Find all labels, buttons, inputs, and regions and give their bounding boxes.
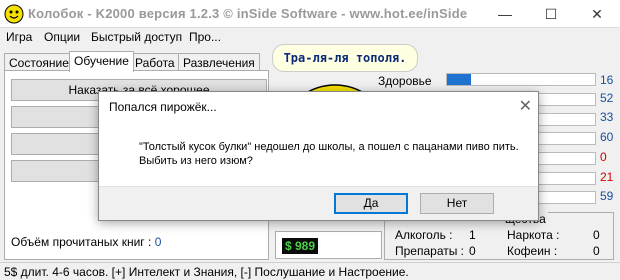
menu-game[interactable]: Игра bbox=[6, 30, 32, 44]
window-title: Колобок - K2000 версия 1.2.3 © inSide So… bbox=[28, 6, 468, 21]
stat-value: 33 bbox=[600, 110, 614, 124]
drugs-label: Наркота : bbox=[507, 228, 560, 242]
stat-bar bbox=[446, 73, 596, 86]
drugs-value: 0 bbox=[593, 228, 600, 242]
caffeine-label: Кофеин : bbox=[507, 244, 558, 258]
minimize-button[interactable]: — bbox=[482, 0, 528, 28]
stat-value: 59 bbox=[600, 189, 614, 203]
alcohol-value: 1 bbox=[469, 228, 476, 242]
maximize-button[interactable]: ☐ bbox=[528, 0, 574, 28]
menu-about[interactable]: Про... bbox=[189, 30, 221, 44]
alcohol-label: Алкоголь : bbox=[395, 228, 453, 242]
tab-education[interactable]: Обучение bbox=[69, 51, 134, 72]
stat-value: 60 bbox=[600, 130, 614, 144]
yes-button[interactable]: Да bbox=[334, 193, 408, 214]
read-books-value: 0 bbox=[154, 235, 162, 249]
menu-options[interactable]: Опции bbox=[44, 30, 80, 44]
stat-fill bbox=[447, 74, 471, 85]
no-button[interactable]: Нет bbox=[420, 193, 494, 214]
dialog-footer: Да Нет bbox=[99, 186, 538, 220]
pills-value: 0 bbox=[469, 244, 476, 258]
money-panel: $ 989 bbox=[275, 231, 382, 259]
title-bar: Колобок - K2000 версия 1.2.3 © inSide So… bbox=[0, 0, 620, 28]
tab-state[interactable]: Состояние bbox=[4, 53, 74, 71]
menu-quick-access[interactable]: Быстрый доступ bbox=[91, 30, 182, 44]
message-dialog: Попался пирожёк... ✕ "Толстый кусок булк… bbox=[98, 91, 539, 221]
dialog-message: "Толстый кусок булки" недошел до школы, … bbox=[139, 141, 519, 167]
dialog-close-icon[interactable]: ✕ bbox=[519, 96, 532, 116]
stat-value: 0 bbox=[600, 150, 607, 164]
read-books-stat: Объём прочитаных книг : 0 bbox=[11, 235, 161, 249]
stat-value: 52 bbox=[600, 91, 614, 105]
money-display: $ 989 bbox=[282, 238, 319, 254]
stat-value: 16 bbox=[600, 73, 614, 87]
caffeine-value: 0 bbox=[593, 244, 600, 258]
stat-value: 21 bbox=[600, 170, 614, 184]
tab-entertainment[interactable]: Развлечения bbox=[178, 53, 260, 71]
tab-work[interactable]: Работа bbox=[130, 53, 180, 71]
stat-label: Здоровье bbox=[378, 74, 432, 88]
speech-bubble: Тра-ля-ля тополя. bbox=[272, 44, 418, 72]
status-bar: 5$ длит. 4-6 часов. [+] Интелект и Знани… bbox=[0, 262, 620, 280]
kolobok-app-icon bbox=[4, 4, 24, 24]
close-button[interactable]: ✕ bbox=[574, 0, 620, 28]
dialog-title: Попался пирожёк... bbox=[109, 100, 217, 114]
pills-label: Препараты : bbox=[395, 244, 465, 258]
read-books-label: Объём прочитаных книг : bbox=[11, 235, 155, 249]
